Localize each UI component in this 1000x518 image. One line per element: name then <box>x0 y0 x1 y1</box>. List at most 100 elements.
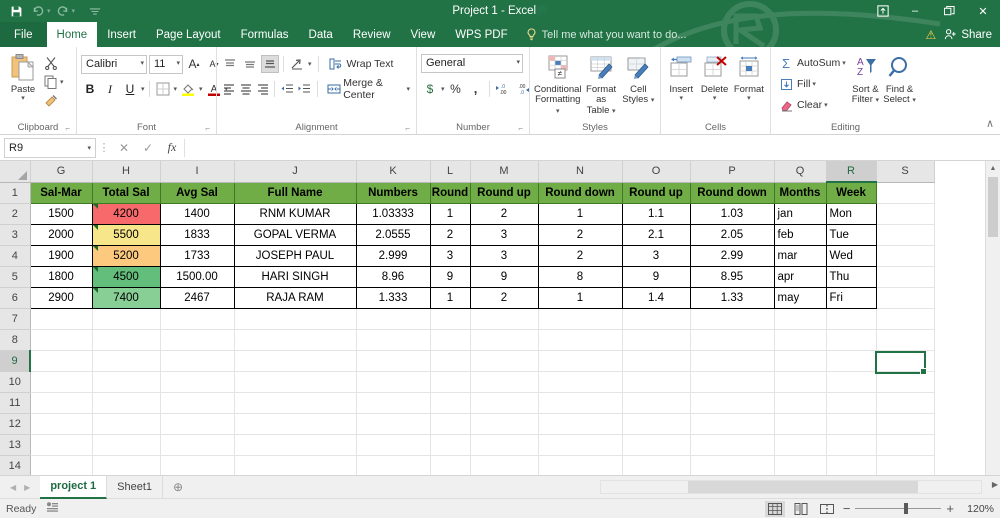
normal-view-icon[interactable] <box>764 500 785 517</box>
add-sheet-icon[interactable]: ⊕ <box>173 480 183 494</box>
cell-O4[interactable]: 3 <box>621 244 691 267</box>
cell-I5[interactable]: 1500.00 <box>159 265 235 288</box>
cell-K2[interactable]: 1.03333 <box>355 202 431 225</box>
cell-S2[interactable] <box>876 203 935 225</box>
cell-N1[interactable]: Round down <box>538 181 623 204</box>
name-box-dropdown-icon[interactable]: ▾ <box>87 144 91 152</box>
cell-J12[interactable] <box>234 413 357 435</box>
enter-formula-icon[interactable]: ✓ <box>136 141 160 155</box>
align-top-icon[interactable] <box>221 55 239 73</box>
cell-I8[interactable] <box>160 329 235 351</box>
cell-P14[interactable] <box>690 455 775 475</box>
cell-styles-dropdown-icon[interactable]: ▾ <box>651 97 655 104</box>
borders-icon[interactable] <box>154 80 172 98</box>
cell-L7[interactable] <box>430 308 471 330</box>
cell-H13[interactable] <box>92 434 161 456</box>
horizontal-scrollbar-thumb[interactable] <box>688 480 918 493</box>
cell-I2[interactable]: 1400 <box>159 202 235 225</box>
cell-Q8[interactable] <box>774 329 827 351</box>
col-header-J[interactable]: J <box>234 161 357 183</box>
cell-K9[interactable] <box>356 350 431 372</box>
cell-Q2[interactable]: jan <box>773 202 827 225</box>
cell-I14[interactable] <box>160 455 235 475</box>
cell-S14[interactable] <box>876 455 935 475</box>
cell-K4[interactable]: 2.999 <box>355 244 431 267</box>
customize-qat-icon[interactable] <box>85 2 105 20</box>
currency-icon[interactable]: $ <box>421 80 439 98</box>
cell-R9[interactable] <box>826 350 877 372</box>
row-header-9[interactable]: 9 <box>0 350 31 372</box>
align-middle-icon[interactable] <box>241 55 259 73</box>
cell-K1[interactable]: Numbers <box>356 181 431 204</box>
cell-O6[interactable]: 1.4 <box>621 286 691 309</box>
cell-G10[interactable] <box>30 371 93 393</box>
underline-icon[interactable]: U <box>121 80 139 98</box>
tab-data[interactable]: Data <box>299 22 343 47</box>
conditional-formatting-button[interactable]: ≠ Conditional Formatting ▾ <box>534 52 582 116</box>
cell-N7[interactable] <box>538 308 623 330</box>
cell-N11[interactable] <box>538 392 623 414</box>
cell-M3[interactable]: 3 <box>469 223 539 246</box>
clear-dropdown-icon[interactable]: ▾ <box>824 101 828 109</box>
cell-K3[interactable]: 2.0555 <box>355 223 431 246</box>
scroll-right-arrow-icon[interactable]: ▶ <box>992 480 998 489</box>
cell-I11[interactable] <box>160 392 235 414</box>
scroll-up-arrow-icon[interactable]: ▲ <box>986 161 1000 176</box>
percent-icon[interactable]: % <box>447 80 465 98</box>
cell-Q4[interactable]: mar <box>773 244 827 267</box>
cell-K14[interactable] <box>356 455 431 475</box>
merge-center-button[interactable]: Merge & Center ▾ <box>324 77 412 101</box>
vertical-scrollbar[interactable]: ▲ <box>985 161 1000 475</box>
row-header-1[interactable]: 1 <box>0 182 31 204</box>
cell-M14[interactable] <box>470 455 539 475</box>
row-header-10[interactable]: 10 <box>0 371 31 393</box>
col-header-P[interactable]: P <box>690 161 775 183</box>
cell-K8[interactable] <box>356 329 431 351</box>
cell-L4[interactable]: 3 <box>429 244 471 267</box>
name-box[interactable]: R9 ▾ <box>4 137 96 158</box>
cell-R2[interactable]: Mon <box>825 202 877 225</box>
find-select-dropdown-icon[interactable]: ▾ <box>912 97 916 104</box>
cell-L5[interactable]: 9 <box>429 265 471 288</box>
cell-H7[interactable] <box>92 308 161 330</box>
font-dialog-launcher-icon[interactable]: ⌐ <box>205 124 210 133</box>
sheet-tab-project-1[interactable]: project 1 <box>40 475 108 499</box>
cell-I4[interactable]: 1733 <box>159 244 235 267</box>
cell-Q5[interactable]: apr <box>773 265 827 288</box>
cell-N3[interactable]: 2 <box>537 223 623 246</box>
cell-O7[interactable] <box>622 308 691 330</box>
share-button[interactable]: Share <box>944 28 992 41</box>
page-break-view-icon[interactable] <box>817 501 837 517</box>
formula-input[interactable] <box>185 137 996 158</box>
cell-K6[interactable]: 1.333 <box>355 286 431 309</box>
cell-O3[interactable]: 2.1 <box>621 223 691 246</box>
cell-P10[interactable] <box>690 371 775 393</box>
collapse-ribbon-icon[interactable]: ∧ <box>986 117 994 130</box>
cell-O8[interactable] <box>622 329 691 351</box>
cell-L13[interactable] <box>430 434 471 456</box>
cell-R7[interactable] <box>826 308 877 330</box>
col-header-Q[interactable]: Q <box>774 161 827 183</box>
cell-S4[interactable] <box>876 245 935 267</box>
cell-M13[interactable] <box>470 434 539 456</box>
cancel-formula-icon[interactable]: ✕ <box>112 141 136 155</box>
horizontal-scrollbar[interactable]: ▶ <box>600 476 1000 499</box>
cell-G8[interactable] <box>30 329 93 351</box>
grow-font-icon[interactable]: A ▴ <box>185 55 203 73</box>
cell-O11[interactable] <box>622 392 691 414</box>
cell-Q12[interactable] <box>774 413 827 435</box>
sheet-next-icon[interactable]: ▶ <box>24 483 30 492</box>
cell-G5[interactable]: 1800 <box>29 265 93 288</box>
cell-N13[interactable] <box>538 434 623 456</box>
cell-G12[interactable] <box>30 413 93 435</box>
conditional-formatting-dropdown-icon[interactable]: ▾ <box>556 108 560 115</box>
cell-K5[interactable]: 8.96 <box>355 265 431 288</box>
cell-H12[interactable] <box>92 413 161 435</box>
cell-L1[interactable]: Round <box>430 181 471 204</box>
cell-O10[interactable] <box>622 371 691 393</box>
cell-J1[interactable]: Full Name <box>234 181 357 204</box>
cell-N9[interactable] <box>538 350 623 372</box>
cell-Q1[interactable]: Months <box>774 181 827 204</box>
cell-K12[interactable] <box>356 413 431 435</box>
row-header-5[interactable]: 5 <box>0 266 31 288</box>
